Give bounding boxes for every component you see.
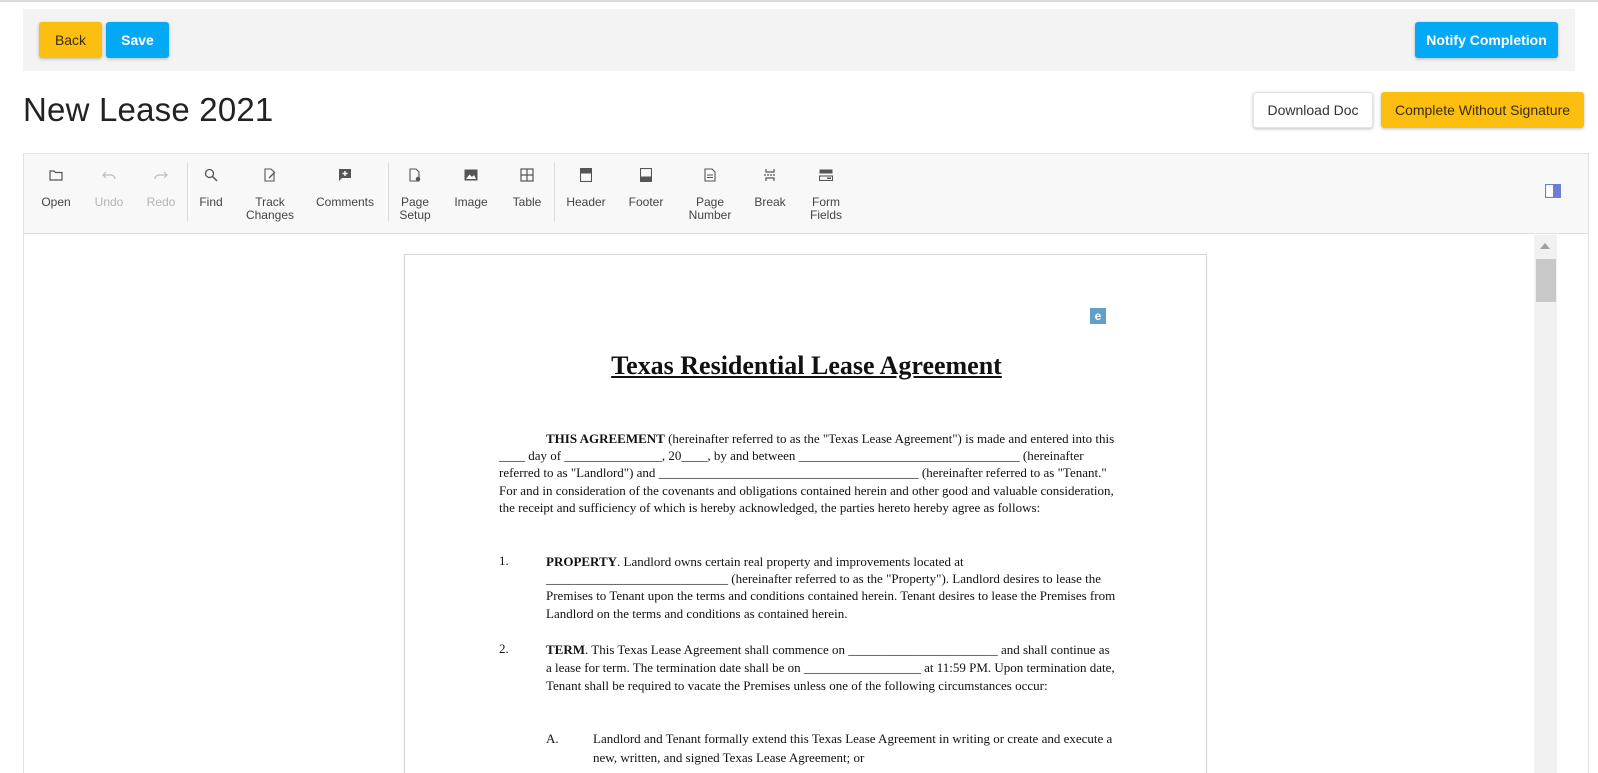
form-fields-icon	[817, 166, 835, 184]
form-fields-label: Form Fields	[809, 195, 842, 222]
header-tool[interactable]: Header	[564, 166, 608, 209]
table-label: Table	[512, 195, 542, 209]
clause-number: 1.	[499, 553, 509, 568]
search-icon	[202, 166, 220, 184]
comments-label: Comments	[315, 195, 374, 209]
image-tool[interactable]: Image	[453, 166, 489, 209]
comments-tool[interactable]: Comments	[313, 166, 377, 209]
page-setup-icon	[406, 166, 424, 184]
scroll-up-arrow-icon[interactable]	[1540, 243, 1550, 249]
header-label: Header	[566, 195, 606, 209]
folder-icon	[47, 166, 65, 184]
page-number-icon	[701, 166, 719, 184]
intro-paragraph: THIS AGREEMENT (hereinafter referred to …	[499, 430, 1119, 516]
find-label: Find	[199, 195, 223, 209]
document-title: Texas Residential Lease Agreement	[611, 351, 1002, 380]
page-number-label: Page Number	[688, 195, 732, 222]
undo-icon	[100, 166, 118, 184]
comment-add-icon	[336, 166, 354, 184]
clause-text: . Landlord owns certain real property an…	[546, 554, 1116, 621]
document-page[interactable]: e Texas Residential Lease Agreement THIS…	[404, 254, 1207, 773]
properties-pane-toggle-icon[interactable]	[1544, 183, 1562, 199]
image-label: Image	[454, 195, 488, 209]
top-border	[0, 0, 1598, 2]
save-button[interactable]: Save	[106, 22, 169, 58]
subclause-text: Landlord and Tenant formally extend this…	[593, 731, 1113, 765]
redo-label: Redo	[146, 195, 176, 209]
table-tool[interactable]: Table	[511, 166, 543, 209]
notify-completion-button[interactable]: Notify Completion	[1415, 22, 1558, 58]
table-icon	[518, 166, 536, 184]
clause-text: . This Texas Lease Agreement shall comme…	[546, 642, 1115, 693]
break-icon	[761, 166, 779, 184]
form-fields-tool[interactable]: Form Fields	[808, 166, 844, 222]
footer-icon	[637, 166, 655, 184]
redo-icon	[152, 166, 170, 184]
track-changes-label: Track Changes	[245, 195, 295, 222]
open-label: Open	[41, 195, 71, 209]
image-icon	[462, 166, 480, 184]
toolbar-separator	[554, 162, 555, 222]
back-button[interactable]: Back	[39, 22, 102, 58]
header-icon	[577, 166, 595, 184]
clause-heading: PROPERTY	[546, 554, 618, 569]
footer-label: Footer	[628, 195, 664, 209]
footer-tool[interactable]: Footer	[626, 166, 666, 209]
clause-heading: TERM	[546, 642, 585, 657]
undo-label: Undo	[94, 195, 124, 209]
toolbar-separator	[388, 162, 389, 222]
clause-property: PROPERTY. Landlord owns certain real pro…	[546, 553, 1116, 622]
download-doc-button[interactable]: Download Doc	[1253, 92, 1373, 128]
track-changes-tool[interactable]: Track Changes	[243, 166, 297, 222]
document-viewport[interactable]: e Texas Residential Lease Agreement THIS…	[24, 235, 1588, 773]
editor-toolbar: Open Undo Redo Find Track Changes Commen…	[24, 154, 1588, 234]
page-setup-tool[interactable]: Page Setup	[397, 166, 433, 222]
find-tool[interactable]: Find	[197, 166, 225, 209]
break-tool[interactable]: Break	[752, 166, 788, 209]
redo-tool[interactable]: Redo	[146, 166, 176, 209]
complete-without-signature-button[interactable]: Complete Without Signature	[1381, 92, 1584, 128]
action-bar: Back Save Notify Completion	[23, 9, 1575, 71]
toolbar-separator	[187, 162, 188, 222]
clause-term: TERM. This Texas Lease Agreement shall c…	[546, 641, 1116, 695]
editor-badge-icon[interactable]: e	[1090, 308, 1106, 324]
intro-bold: THIS AGREEMENT	[546, 431, 665, 446]
page-title: New Lease 2021	[23, 91, 274, 128]
document-editor: Open Undo Redo Find Track Changes Commen…	[23, 153, 1589, 773]
open-tool[interactable]: Open	[41, 166, 71, 209]
page-setup-label: Page Setup	[399, 195, 431, 222]
clause-number: 2.	[499, 641, 509, 656]
subclause-letter: A.	[546, 731, 559, 746]
break-label: Break	[754, 195, 786, 209]
page-number-tool[interactable]: Page Number	[684, 166, 736, 222]
scrollbar-thumb[interactable]	[1536, 259, 1556, 302]
track-changes-icon	[261, 166, 279, 184]
vertical-scrollbar[interactable]	[1534, 235, 1557, 773]
undo-tool[interactable]: Undo	[93, 166, 125, 209]
